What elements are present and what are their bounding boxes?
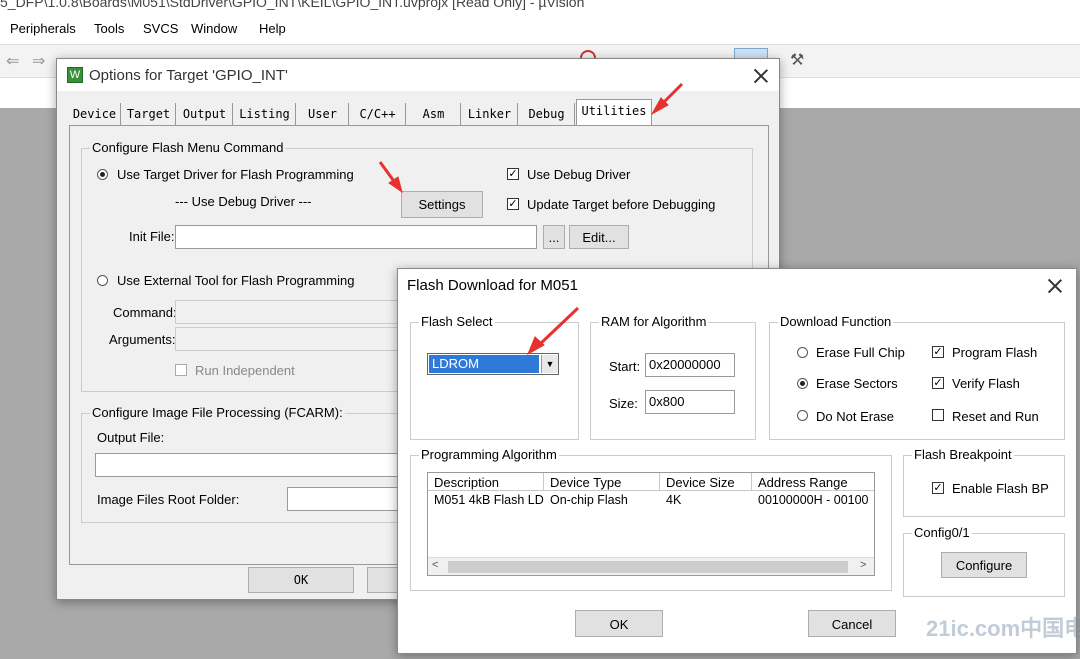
arrow-to-settings-button: [378, 161, 403, 194]
annotation-arrows: [378, 82, 684, 356]
arrow-to-flash-select: [526, 306, 580, 356]
watermark-logo: 21ic.com中国电子网: [926, 610, 1080, 654]
watermark-text: 21ic.com中国电子网: [926, 616, 1080, 641]
arrow-to-utilities-tab: [650, 82, 684, 116]
